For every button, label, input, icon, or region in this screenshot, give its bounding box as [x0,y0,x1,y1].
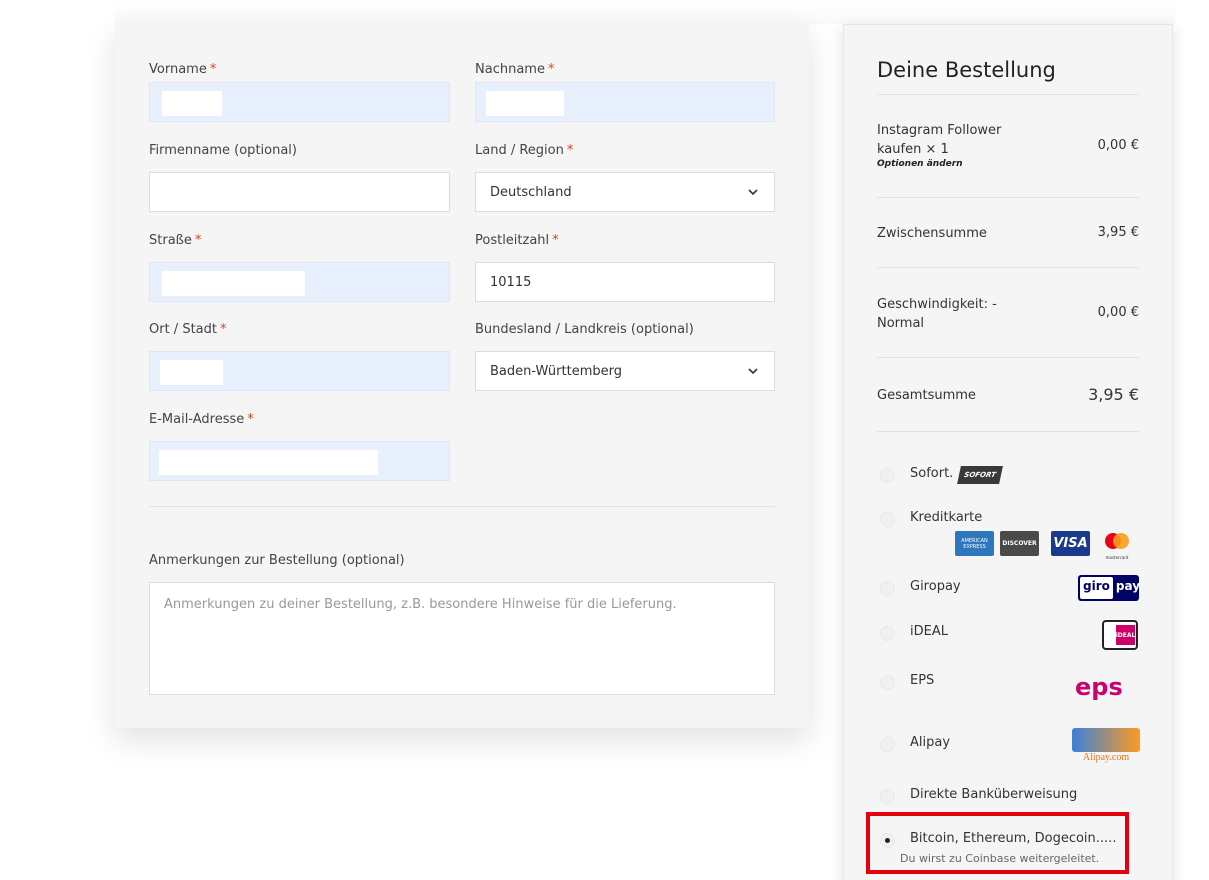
first-name-label: Vorname * [149,62,217,77]
state-value: Baden-Württemberg [490,363,622,379]
state-select[interactable]: Baden-Württemberg [475,351,775,391]
street-label: Straße * [149,233,202,248]
total-label: Gesamtsumme [877,388,976,403]
payment-radio-creditcard[interactable] [880,512,895,527]
speed-value: 0,00 € [1097,305,1139,320]
divider [877,197,1139,198]
redacted-value [160,360,223,385]
subtotal-label: Zwischensumme [877,226,987,241]
divider [877,94,1139,95]
payment-label-creditcard[interactable]: Kreditkarte [910,510,982,525]
divider [877,357,1139,358]
payment-radio-alipay[interactable] [880,737,895,752]
first-name-input[interactable] [149,82,450,122]
order-title: Deine Bestellung [877,58,1056,82]
payment-label-alipay[interactable]: Alipay [910,735,950,750]
speed-label: Geschwindigkeit: - Normal [877,297,997,331]
alipay-mark-icon [1072,728,1140,752]
country-label: Land / Region * [475,143,574,158]
subtotal-value: 3,95 € [1097,225,1139,240]
divider [877,267,1139,268]
change-options-link[interactable]: Optionen ändern [877,159,963,169]
visa-logo: VISA [1051,531,1090,556]
redacted-value [159,450,378,475]
payment-label-eps[interactable]: EPS [910,673,934,688]
divider [877,431,1139,432]
company-label: Firmenname (optional) [149,143,297,158]
highlight-annotation [866,812,1129,874]
amex-logo: AMERICAN EXPRESS [955,531,994,556]
country-value: Deutschland [490,184,572,200]
postcode-input[interactable]: 10115 [475,262,775,302]
email-label: E-Mail-Adresse * [149,412,254,427]
redacted-value [162,271,305,296]
giropay-logo: giro pay [1078,575,1140,601]
postcode-label: Postleitzahl * [475,233,559,248]
alipay-logo: Alipay.com [1072,728,1140,766]
payment-radio-banktransfer[interactable] [880,789,895,804]
sofort-logo: SOFORT [957,466,1003,484]
ideal-logo: iDEAL [1102,620,1138,650]
last-name-label: Nachname * [475,62,555,77]
eps-logo: eps [1075,673,1123,701]
payment-radio-sofort[interactable] [880,468,895,483]
chevron-down-icon [748,189,758,196]
payment-radio-giropay[interactable] [880,581,895,596]
mastercard-logo: mastercard [1102,531,1132,560]
order-notes-label: Anmerkungen zur Bestellung (optional) [149,553,405,568]
redacted-value [486,91,564,116]
payment-radio-ideal[interactable] [880,626,895,641]
payment-radio-eps[interactable] [880,675,895,690]
mastercard-circles-icon [1105,533,1129,549]
state-label: Bundesland / Landkreis (optional) [475,322,694,337]
order-item-price: 0,00 € [1097,138,1139,153]
payment-label-sofort[interactable]: Sofort. [910,466,953,481]
redacted-value [162,91,222,116]
top-shadow [115,0,1175,24]
city-label: Ort / Stadt * [149,322,227,337]
order-notes-placeholder: Anmerkungen zu deiner Bestellung, z.B. b… [164,597,677,612]
order-notes-textarea[interactable]: Anmerkungen zu deiner Bestellung, z.B. b… [149,582,775,695]
order-item-name: Instagram Follower kaufen × 1 [877,123,1002,157]
payment-label-ideal[interactable]: iDEAL [910,624,948,639]
form-divider [149,506,775,507]
country-select[interactable]: Deutschland [475,172,775,212]
last-name-input[interactable] [475,82,775,122]
payment-label-banktransfer[interactable]: Direkte Banküberweisung [910,787,1077,802]
chevron-down-icon [748,368,758,375]
email-input[interactable] [149,441,450,481]
payment-label-giropay[interactable]: Giropay [910,579,961,594]
street-input[interactable] [149,262,450,302]
company-input[interactable] [149,172,450,212]
postcode-value: 10115 [490,274,532,290]
city-input[interactable] [149,351,450,391]
total-value: 3,95 € [1088,385,1139,404]
discover-logo: DISCOVER [1000,531,1039,556]
